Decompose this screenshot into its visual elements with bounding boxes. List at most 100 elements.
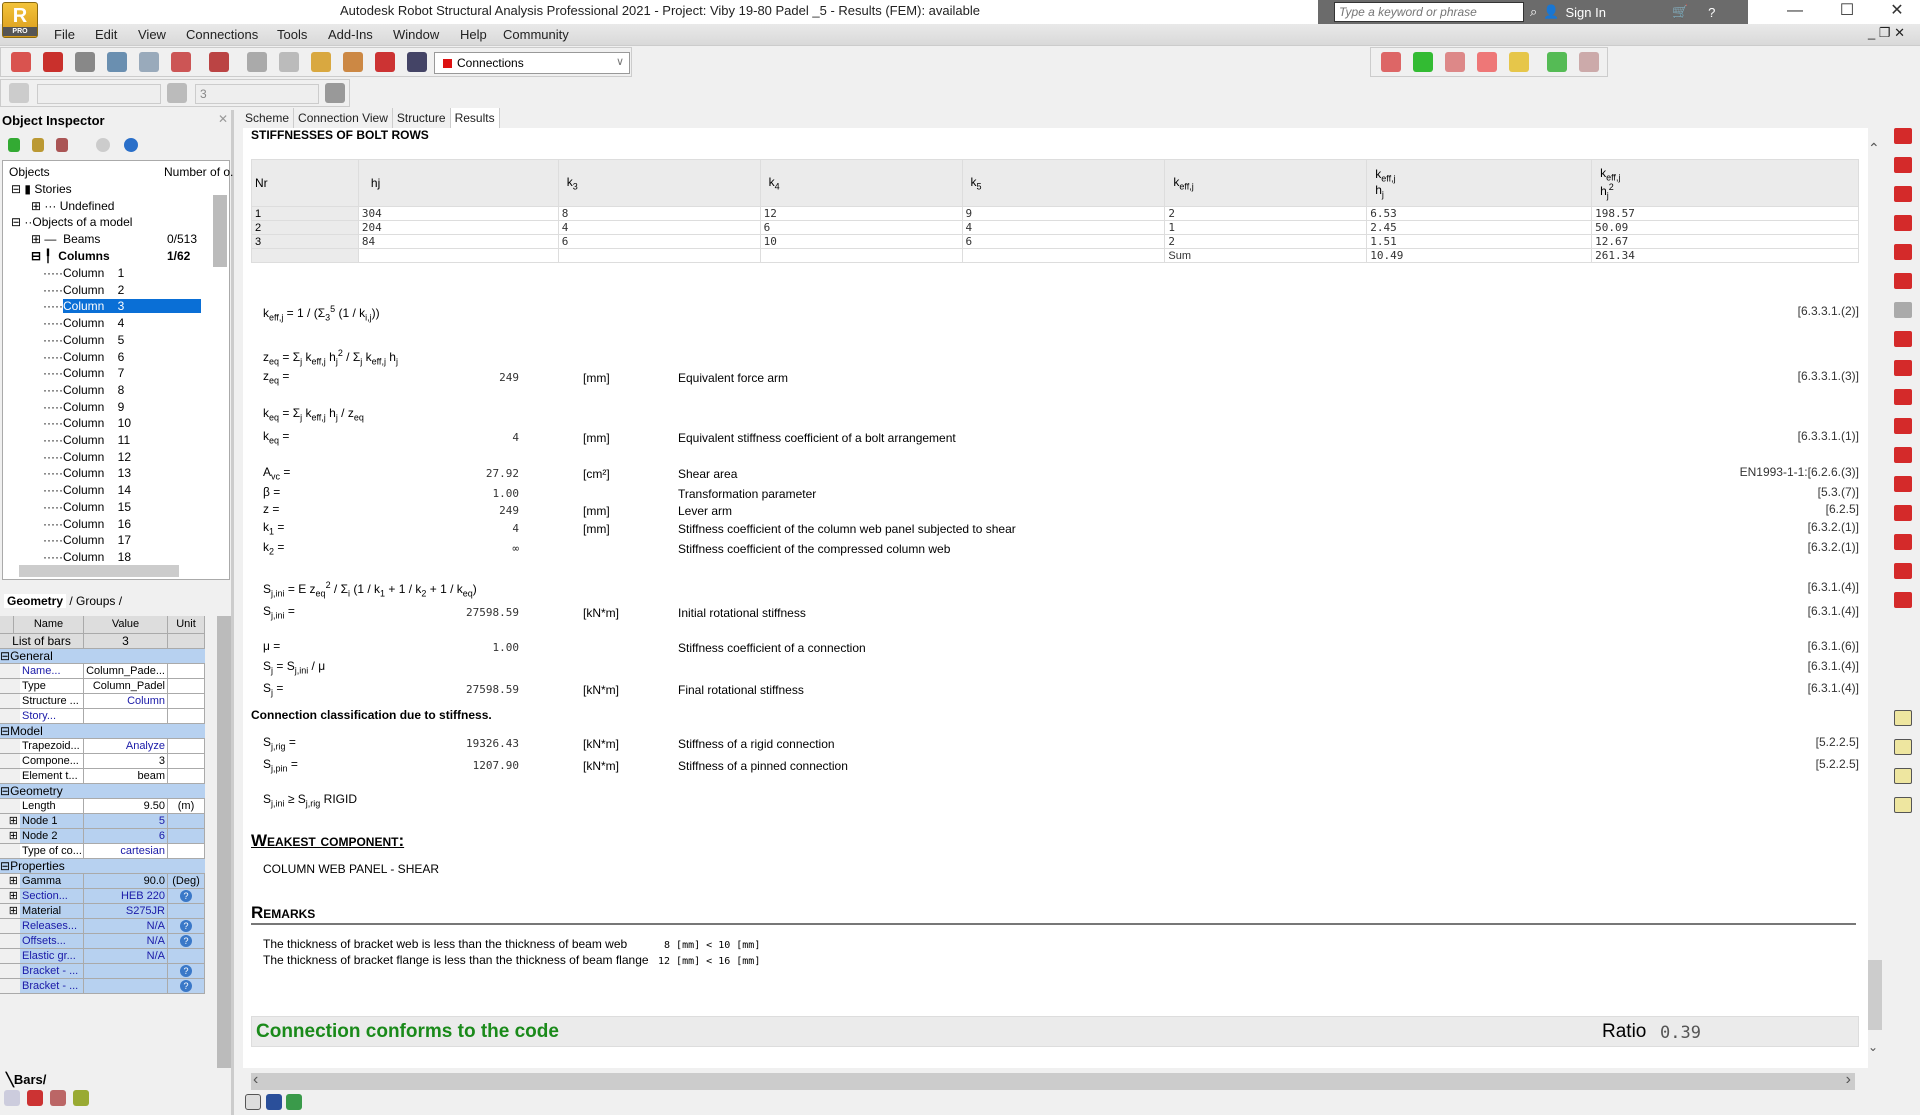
- property-row[interactable]: ⊞ Node 15: [0, 814, 205, 829]
- tree-item-column[interactable]: ·····Column 5: [43, 333, 143, 347]
- menu-connections[interactable]: Connections: [186, 27, 258, 42]
- properties-scrollbar[interactable]: [217, 616, 231, 1068]
- property-row[interactable]: Structure ... Column: [0, 694, 205, 709]
- tree-item-columns[interactable]: ⊟ ╿ Columns: [31, 249, 110, 263]
- props-section[interactable]: ⊟ Model: [0, 724, 205, 739]
- export-icon[interactable]: [245, 1094, 261, 1110]
- pinned-icon[interactable]: [1894, 302, 1912, 318]
- word-icon[interactable]: [266, 1094, 282, 1110]
- report-vertical-scrollbar[interactable]: ⌃ ⌄: [1868, 140, 1884, 1060]
- bolt-icon[interactable]: [1894, 331, 1912, 347]
- property-row[interactable]: ⊞ Node 26: [0, 829, 205, 844]
- property-row[interactable]: Story...: [0, 709, 205, 724]
- tree-item-column[interactable]: ·····Column 9: [43, 400, 143, 414]
- stories-icon[interactable]: [8, 138, 20, 152]
- tree-item-column[interactable]: ·····Column 4: [43, 316, 143, 330]
- app-menu-button[interactable]: R PRO: [2, 2, 38, 38]
- menu-community[interactable]: Community: [503, 27, 569, 42]
- tree-item-stories[interactable]: ⊟ ▮ Stories: [11, 182, 72, 196]
- connection-refresh-icon[interactable]: [1445, 52, 1465, 72]
- connection-add-icon[interactable]: [1477, 52, 1497, 72]
- tab-connection-view[interactable]: Connection View: [294, 108, 393, 128]
- check-connection-icon[interactable]: [1579, 52, 1599, 72]
- expand-icon[interactable]: ⊞: [9, 830, 18, 842]
- tree-item-column[interactable]: ·····Column 10: [43, 416, 143, 430]
- menu-tools[interactable]: Tools: [277, 27, 307, 42]
- connection-view-icon[interactable]: [27, 1090, 43, 1106]
- prop-value[interactable]: [84, 979, 168, 993]
- tube-icon[interactable]: [1894, 476, 1912, 492]
- open-icon[interactable]: [11, 52, 31, 72]
- anchor-icon[interactable]: [1894, 534, 1912, 550]
- tree-item-column[interactable]: ·····Column 18: [43, 550, 143, 564]
- column-base-icon[interactable]: [1894, 128, 1912, 144]
- property-row[interactable]: Element t... beam: [0, 769, 205, 784]
- property-row[interactable]: Compone... 3: [0, 754, 205, 769]
- menu-addins[interactable]: Add-Ins: [328, 27, 373, 42]
- expand-icon[interactable]: ⊞: [9, 905, 18, 917]
- tree-item-column[interactable]: ·····Column 7: [43, 366, 143, 380]
- prop-value[interactable]: N/A: [84, 949, 168, 963]
- frame-knee-icon[interactable]: [1894, 244, 1912, 260]
- collapse-icon[interactable]: ⊟: [0, 649, 10, 663]
- tree-item-column[interactable]: ·····Column 16: [43, 517, 143, 531]
- save-icon[interactable]: [43, 52, 63, 72]
- prop-value[interactable]: 9.50: [84, 799, 168, 813]
- angle-icon[interactable]: [1894, 418, 1912, 434]
- excel-icon[interactable]: [286, 1094, 302, 1110]
- property-row[interactable]: Type Column_Padel: [0, 679, 205, 694]
- paste-connection-icon[interactable]: [1894, 739, 1912, 755]
- selection-input[interactable]: [37, 84, 161, 104]
- scroll-thumb[interactable]: [1868, 960, 1882, 1030]
- search-icon[interactable]: [96, 138, 110, 152]
- prop-value[interactable]: HEB 220: [84, 889, 168, 903]
- props-section[interactable]: ⊟ Geometry: [0, 784, 205, 799]
- tree-view-icon[interactable]: [4, 1090, 20, 1106]
- tree-item-column[interactable]: ·····Column 3: [43, 299, 201, 314]
- base-plate-icon[interactable]: [1894, 592, 1912, 608]
- prop-value[interactable]: beam: [84, 769, 168, 783]
- menu-window[interactable]: Window: [393, 27, 439, 42]
- property-row[interactable]: Type of co... cartesian: [0, 844, 205, 859]
- prop-value[interactable]: N/A: [84, 919, 168, 933]
- book-icon[interactable]: [107, 52, 127, 72]
- prop-value[interactable]: [84, 964, 168, 978]
- case-select[interactable]: 3: [195, 84, 319, 104]
- help-icon[interactable]: ?: [180, 980, 192, 992]
- collapse-icon[interactable]: ⊟: [0, 784, 10, 798]
- tree-item-column[interactable]: ·····Column 2: [43, 283, 143, 297]
- prop-value[interactable]: Column_Pade...: [84, 664, 168, 678]
- bar-select-icon[interactable]: [9, 83, 29, 103]
- circular-plate-icon[interactable]: [1894, 505, 1912, 521]
- gear-icon[interactable]: [343, 52, 363, 72]
- property-row[interactable]: ⊞ Material S275JR: [0, 904, 205, 919]
- zoom-all-icon[interactable]: [311, 52, 331, 72]
- property-row[interactable]: ⊞ Section... HEB 220?: [0, 889, 205, 904]
- layout-select[interactable]: Connections ∨: [434, 52, 630, 74]
- copy-connection-icon[interactable]: [1894, 710, 1912, 726]
- prop-value[interactable]: 90.0: [84, 874, 168, 888]
- props-section[interactable]: ⊟ Properties: [0, 859, 205, 874]
- menu-edit[interactable]: Edit: [95, 27, 117, 42]
- help-icon[interactable]: ?: [1708, 5, 1715, 20]
- close-panel-icon[interactable]: ✕: [218, 112, 228, 126]
- sign-in-button[interactable]: Sign In: [1565, 5, 1605, 20]
- tree-vertical-scrollbar[interactable]: [213, 195, 227, 267]
- property-row[interactable]: ⊞ Gamma 90.0 (Deg): [0, 874, 205, 889]
- prop-value[interactable]: N/A: [84, 934, 168, 948]
- connection-help-icon[interactable]: [1509, 52, 1529, 72]
- clear-filter-icon[interactable]: [56, 138, 68, 152]
- menu-file[interactable]: File: [54, 27, 75, 42]
- prop-value[interactable]: 3: [84, 754, 168, 768]
- tree-item-column[interactable]: ·····Column 1: [43, 266, 143, 280]
- tree-item-column[interactable]: ·····Column 11: [43, 433, 143, 447]
- props-section[interactable]: ⊟ General: [0, 649, 205, 664]
- collapse-icon[interactable]: ⊟: [0, 859, 10, 873]
- prop-value[interactable]: Column: [84, 694, 168, 708]
- tab-bars[interactable]: ╲Bars/: [6, 1072, 46, 1088]
- cart-icon[interactable]: 🛒: [1672, 4, 1688, 20]
- tree-horizontal-scrollbar[interactable]: [19, 565, 179, 577]
- scroll-up-icon[interactable]: ⌃: [1868, 140, 1884, 157]
- case-list-icon[interactable]: [325, 83, 345, 103]
- property-row[interactable]: Bracket - ...?: [0, 964, 205, 979]
